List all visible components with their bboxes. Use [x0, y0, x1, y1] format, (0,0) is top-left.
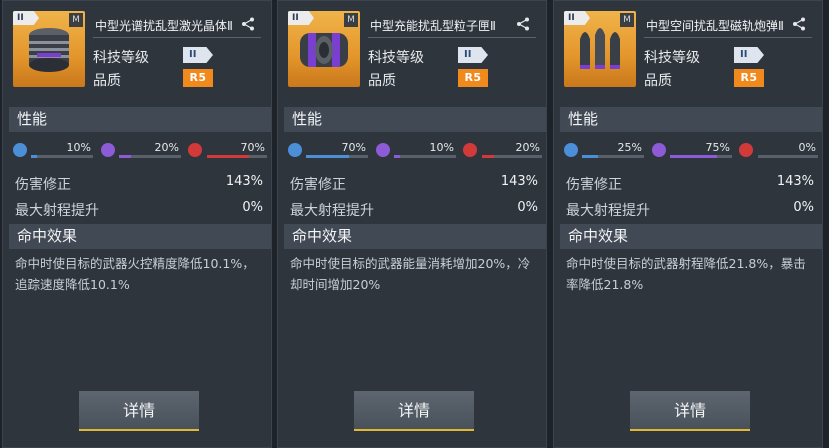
flame-icon	[739, 143, 753, 157]
item-thumbnail[interactable]: II M	[288, 11, 360, 87]
damage-mod-value: 143%	[225, 174, 263, 189]
stat-bar	[306, 155, 368, 158]
particle-cartridge-icon	[300, 33, 348, 67]
stat-bar	[207, 155, 267, 158]
item-thumbnail[interactable]: II M	[13, 11, 85, 87]
tech-level-label: 科技等级	[644, 50, 700, 66]
stat-bar	[119, 155, 181, 158]
flame-icon	[463, 143, 477, 157]
stat-bar-fill	[207, 155, 249, 158]
item-name: 中型空间扰乱型磁轨炮弹Ⅱ	[646, 19, 784, 33]
range-bonus-label: 最大射程提升	[15, 203, 99, 219]
module-badge: M	[620, 13, 634, 27]
quality-label: 品质	[368, 73, 396, 89]
hit-effect-text: 命中时使目标的武器能量消耗增加20%，冷却时间增加20%	[290, 256, 531, 292]
psionic-icon	[101, 143, 115, 157]
stat-percent: 70%	[240, 141, 265, 154]
stat-bar	[394, 155, 456, 158]
tech-level-label: 科技等级	[368, 50, 424, 66]
hit-effect-header: 命中效果	[284, 224, 546, 249]
range-bonus-label: 最大射程提升	[290, 203, 374, 219]
share-icon[interactable]	[241, 17, 255, 31]
stat-percent: 0%	[798, 141, 816, 154]
flame-icon	[188, 143, 202, 157]
stat-bar	[482, 155, 542, 158]
quality-label: 品质	[93, 73, 121, 89]
module-card: II M 中型充能扰乱型粒子匣Ⅱ 科技等级 II 品质 R5 性能 70% 10…	[277, 0, 547, 448]
quality-badge: R5	[458, 69, 488, 87]
damage-mod-label: 伤害修正	[566, 177, 622, 193]
item-thumbnail[interactable]: II M	[564, 11, 636, 87]
psionic-icon	[376, 143, 390, 157]
range-bonus-value: 0%	[242, 200, 263, 215]
tier-badge: II	[13, 11, 39, 25]
stat-bar-fill	[394, 155, 401, 158]
module-card: II M 中型空间扰乱型磁轨炮弹Ⅱ 科技等级 II 品质 R5 性能 25% 7…	[553, 0, 823, 448]
stat-percent: 20%	[154, 141, 179, 154]
damage-mod-value: 143%	[776, 174, 814, 189]
laser-crystal-icon	[29, 28, 69, 72]
stat-bar	[758, 155, 818, 158]
tier-badge: II	[288, 11, 314, 25]
lightning-icon	[288, 143, 302, 157]
divider	[368, 37, 536, 38]
lightning-icon	[13, 143, 27, 157]
detail-button[interactable]: 详情	[354, 391, 474, 431]
stat-percent: 70%	[341, 141, 366, 154]
performance-header: 性能	[284, 107, 546, 132]
stat-percent: 20%	[515, 141, 540, 154]
detail-button[interactable]: 详情	[79, 391, 199, 431]
stat-bar-fill	[670, 155, 717, 158]
railgun-shell-icon	[580, 28, 620, 69]
damage-mod-label: 伤害修正	[15, 177, 71, 193]
performance-header: 性能	[9, 107, 271, 132]
tech-level-badge: II	[734, 47, 764, 63]
lightning-icon	[564, 143, 578, 157]
module-badge: M	[69, 13, 83, 27]
stat-bar-fill	[119, 155, 132, 158]
stat-percent: 10%	[429, 141, 454, 154]
item-name: 中型充能扰乱型粒子匣Ⅱ	[370, 19, 496, 33]
quality-label: 品质	[644, 73, 672, 89]
module-cards: II M 中型光谱扰乱型激光晶体Ⅱ 科技等级 II 品质 R5 性能 10% 2…	[0, 0, 829, 448]
stat-bar	[670, 155, 732, 158]
hit-effect-text: 命中时使目标的武器射程降低21.8%，暴击率降低21.8%	[566, 256, 806, 292]
stat-bar-fill	[582, 155, 598, 158]
item-name: 中型光谱扰乱型激光晶体Ⅱ	[95, 19, 233, 33]
range-bonus-label: 最大射程提升	[566, 203, 650, 219]
tier-badge: II	[564, 11, 590, 25]
divider	[644, 37, 812, 38]
stat-bar-fill	[482, 155, 494, 158]
tech-level-badge: II	[183, 47, 213, 63]
quality-badge: R5	[183, 69, 213, 87]
module-card: II M 中型光谱扰乱型激光晶体Ⅱ 科技等级 II 品质 R5 性能 10% 2…	[2, 0, 272, 448]
stat-bar	[31, 155, 93, 158]
damage-mod-value: 143%	[500, 174, 538, 189]
hit-effect-text: 命中时使目标的武器火控精度降低10.1%，追踪速度降低10.1%	[15, 256, 255, 292]
performance-header: 性能	[560, 107, 822, 132]
divider	[93, 37, 261, 38]
stat-bar-fill	[306, 155, 350, 158]
damage-mod-label: 伤害修正	[290, 177, 346, 193]
detail-button[interactable]: 详情	[630, 391, 750, 431]
stat-percent: 10%	[66, 141, 91, 154]
stat-bar	[582, 155, 644, 158]
range-bonus-value: 0%	[517, 200, 538, 215]
share-icon[interactable]	[516, 17, 530, 31]
hit-effect-header: 命中效果	[9, 224, 271, 249]
tech-level-badge: II	[458, 47, 488, 63]
quality-badge: R5	[734, 69, 764, 87]
psionic-icon	[652, 143, 666, 157]
tech-level-label: 科技等级	[93, 50, 149, 66]
stat-bar-fill	[31, 155, 38, 158]
module-badge: M	[344, 13, 358, 27]
stat-percent: 75%	[705, 141, 730, 154]
stat-percent: 25%	[617, 141, 642, 154]
share-icon[interactable]	[792, 17, 806, 31]
hit-effect-header: 命中效果	[560, 224, 822, 249]
range-bonus-value: 0%	[793, 200, 814, 215]
